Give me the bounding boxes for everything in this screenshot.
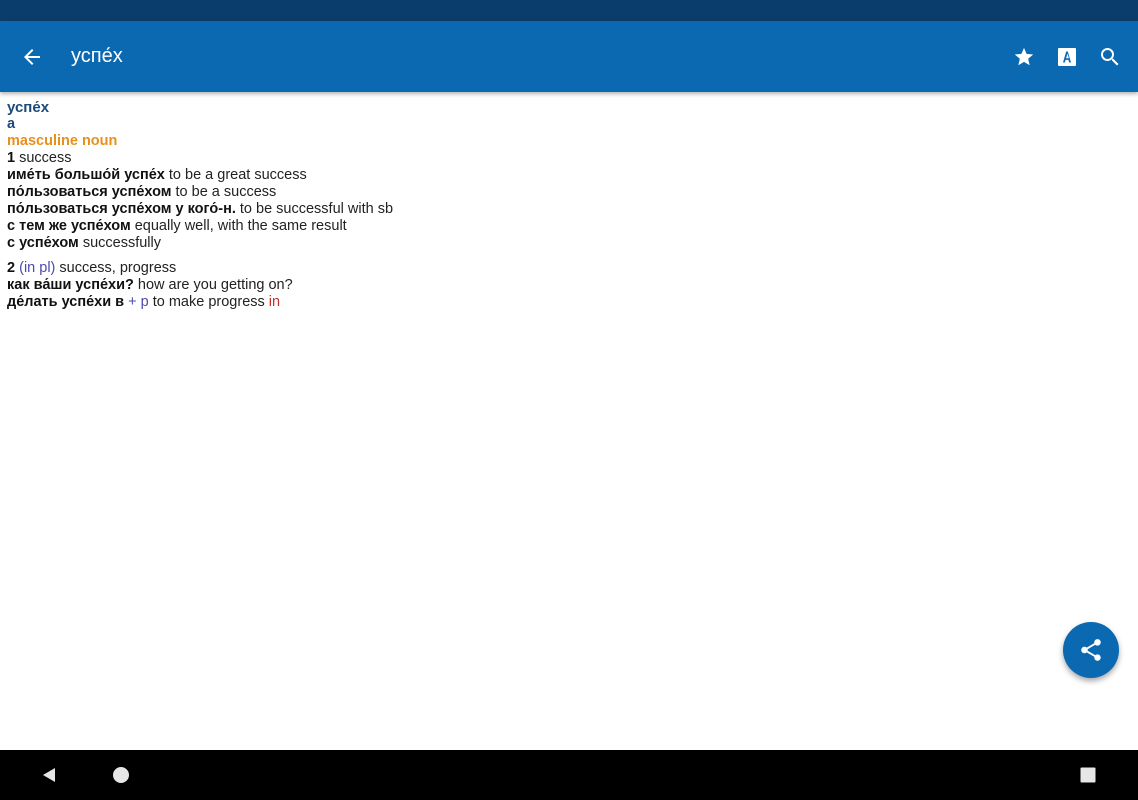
share-icon — [1081, 639, 1101, 661]
stress-pattern-label: a — [7, 116, 16, 132]
example-russian: с тем же успе́хом — [7, 218, 131, 234]
sense-gloss: success, progress — [59, 260, 177, 276]
example-russian: де́лать успе́хи в — [7, 294, 125, 310]
search-button[interactable] — [1088, 35, 1132, 79]
example-english: to be a great success — [168, 167, 307, 183]
recents-square-icon — [1080, 767, 1096, 783]
example-row: де́лать успе́хи в + p to make progress i… — [7, 294, 1138, 311]
example-english: successfully — [82, 235, 161, 251]
example-russian: как ва́ши успе́хи? — [7, 277, 134, 293]
sense-number: 2 — [7, 260, 16, 276]
favorite-button[interactable] — [1002, 35, 1046, 79]
example-row: име́ть большо́й успе́х to be a great suc… — [7, 167, 1138, 184]
grammar-note: + p — [128, 294, 149, 310]
usage-note: (in pl) — [19, 260, 56, 276]
sense-2: 2 (in pl) success, progress — [7, 260, 1138, 277]
font-button[interactable] — [1045, 35, 1089, 79]
page-title: успе́х — [71, 45, 123, 67]
example-russian: по́льзоваться успе́хом у кого́-н. — [7, 201, 236, 217]
example-english: to be successful with sb — [239, 201, 394, 217]
font-size-icon — [1058, 48, 1076, 66]
example-english: to be a success — [175, 184, 277, 200]
sense-1: 1 success — [7, 150, 1138, 167]
preposition-link[interactable]: in — [269, 294, 280, 310]
share-button[interactable] — [1063, 622, 1119, 678]
entry-headword: успе́х — [7, 99, 50, 116]
arrow-left-icon — [24, 49, 40, 65]
example-english: to make progress — [152, 294, 265, 310]
star-icon — [1014, 47, 1034, 66]
example-row: по́льзоваться успе́хом to be a success — [7, 184, 1138, 201]
sense-number: 1 — [7, 150, 16, 166]
sense-gloss: success — [19, 150, 72, 166]
back-triangle-icon — [43, 768, 55, 782]
example-row: как ва́ши успе́хи? how are you getting o… — [7, 277, 1138, 294]
status-bar — [0, 0, 1138, 21]
sense-gap — [7, 252, 1138, 260]
nav-back-button[interactable] — [34, 760, 64, 790]
example-russian: име́ть большо́й успе́х — [7, 167, 165, 183]
example-row: с успе́хом successfully — [7, 235, 1138, 252]
example-russian: по́льзоваться успе́хом — [7, 184, 172, 200]
nav-home-button[interactable] — [106, 760, 136, 790]
example-row: по́льзоваться успе́хом у кого́-н. to be … — [7, 201, 1138, 218]
back-button[interactable] — [12, 35, 52, 79]
example-row: с тем же успе́хом equally well, with the… — [7, 218, 1138, 235]
part-of-speech: masculine noun — [7, 133, 118, 149]
example-english: equally well, with the same result — [134, 218, 347, 234]
app-bar: успе́х — [0, 21, 1138, 92]
example-english: how are you getting on? — [137, 277, 293, 293]
dictionary-entry: успе́х a masculine noun 1 success име́ть… — [7, 99, 1138, 311]
search-icon — [1101, 48, 1119, 66]
example-russian: с успе́хом — [7, 235, 79, 251]
home-circle-icon — [113, 767, 129, 783]
system-nav-bar — [0, 750, 1138, 800]
nav-recents-button[interactable] — [1073, 760, 1103, 790]
